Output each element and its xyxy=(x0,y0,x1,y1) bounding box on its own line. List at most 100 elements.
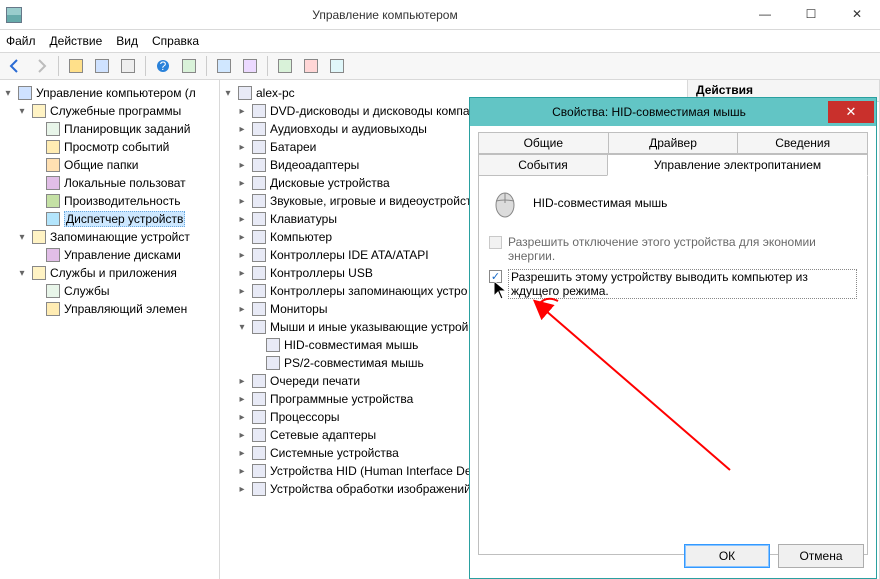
tree-item-icon xyxy=(45,139,61,155)
tree-item-label: Клавиатуры xyxy=(270,212,337,226)
ok-button[interactable]: ОК xyxy=(684,544,770,568)
device-category-icon xyxy=(251,193,267,209)
menu-action[interactable]: Действие xyxy=(50,34,103,48)
expand-toggle[interactable]: ▾ xyxy=(236,322,248,333)
tree-root[interactable]: ▾Управление компьютером (л xyxy=(2,84,217,102)
tab-general[interactable]: Общие xyxy=(478,132,609,154)
expand-toggle[interactable]: ▸ xyxy=(236,448,248,459)
tree-item-label: Устройства обработки изображений xyxy=(270,482,471,496)
tab-events[interactable]: События xyxy=(478,154,608,176)
uninstall-icon[interactable] xyxy=(300,55,322,77)
tab-driver[interactable]: Драйвер xyxy=(608,132,739,154)
app-icon xyxy=(6,7,22,23)
scan-hardware-icon[interactable] xyxy=(326,55,348,77)
tree-item-1-0[interactable]: Управление дисками xyxy=(2,246,217,264)
menu-view[interactable]: Вид xyxy=(116,34,138,48)
expand-toggle[interactable]: ▸ xyxy=(236,484,248,495)
help-button[interactable]: ? xyxy=(152,55,174,77)
tree-group-2[interactable]: ▾ Службы и приложения xyxy=(2,264,217,282)
tree-item-icon xyxy=(45,121,61,137)
tree-item-icon xyxy=(45,193,61,209)
maximize-button[interactable]: ☐ xyxy=(788,4,834,26)
expand-toggle[interactable]: ▸ xyxy=(236,142,248,153)
expand-toggle[interactable]: ▸ xyxy=(236,232,248,243)
device-category-icon xyxy=(251,139,267,155)
expand-toggle[interactable]: ▸ xyxy=(236,412,248,423)
device-category-icon xyxy=(251,301,267,317)
expand-toggle[interactable]: ▸ xyxy=(236,304,248,315)
tree-item-2-0[interactable]: Службы xyxy=(2,282,217,300)
expand-toggle[interactable]: ▸ xyxy=(236,286,248,297)
monitor-icon[interactable] xyxy=(213,55,235,77)
expand-toggle[interactable]: ▸ xyxy=(236,430,248,441)
tab-power-management[interactable]: Управление электропитанием xyxy=(607,154,868,176)
minimize-button[interactable]: — xyxy=(742,4,788,26)
tree-item-icon xyxy=(31,229,47,245)
device-icon[interactable] xyxy=(239,55,261,77)
expand-toggle[interactable]: ▸ xyxy=(236,250,248,261)
tree-item-icon xyxy=(31,265,47,281)
expand-toggle[interactable]: ▸ xyxy=(236,376,248,387)
expand-toggle[interactable]: ▾ xyxy=(16,106,28,117)
expand-toggle[interactable]: ▾ xyxy=(16,268,28,279)
device-category-icon xyxy=(251,373,267,389)
tree-item-label: Служебные программы xyxy=(50,104,181,118)
cancel-button[interactable]: Отмена xyxy=(778,544,864,568)
dialog-titlebar[interactable]: Свойства: HID-совместимая мышь ✕ xyxy=(470,98,876,126)
refresh-button[interactable] xyxy=(178,55,200,77)
console-tree-pane: ▾Управление компьютером (л▾Служебные про… xyxy=(0,80,220,579)
expand-toggle[interactable]: ▸ xyxy=(236,394,248,405)
properties-button[interactable] xyxy=(91,55,113,77)
tree-item-0-2[interactable]: Общие папки xyxy=(2,156,217,174)
expand-toggle[interactable]: ▾ xyxy=(222,88,234,99)
expand-toggle[interactable]: ▾ xyxy=(2,88,14,99)
show-hide-tree-button[interactable] xyxy=(65,55,87,77)
checkbox-wake[interactable] xyxy=(489,270,502,283)
tab-details[interactable]: Сведения xyxy=(737,132,868,154)
checkbox-row-wake[interactable]: Разрешить этому устройству выводить комп… xyxy=(489,269,857,299)
expand-toggle[interactable]: ▸ xyxy=(236,160,248,171)
tree-item-0-4[interactable]: Производительность xyxy=(2,192,217,210)
tree-item-label: Управление дисками xyxy=(64,248,181,262)
expand-toggle[interactable]: ▸ xyxy=(236,124,248,135)
tree-item-label: Компьютер xyxy=(270,230,332,244)
dialog-close-button[interactable]: ✕ xyxy=(828,101,874,123)
tree-item-0-1[interactable]: Просмотр событий xyxy=(2,138,217,156)
device-category-icon xyxy=(251,391,267,407)
expand-toggle[interactable]: ▸ xyxy=(236,196,248,207)
checkbox-row-allow-off: Разрешить отключение этого устройства дл… xyxy=(489,235,857,263)
expand-toggle[interactable]: ▸ xyxy=(236,268,248,279)
expand-toggle[interactable]: ▾ xyxy=(16,232,28,243)
expand-toggle[interactable]: ▸ xyxy=(236,106,248,117)
main-titlebar: Управление компьютером — ☐ ✕ xyxy=(0,0,880,30)
tree-item-label: Контроллеры IDE ATA/ATAPI xyxy=(270,248,429,262)
device-category-icon xyxy=(251,103,267,119)
tree-item-label: Мониторы xyxy=(270,302,327,316)
tree-item-0-5[interactable]: Диспетчер устройств xyxy=(2,210,217,228)
close-button[interactable]: ✕ xyxy=(834,4,880,26)
menu-file[interactable]: Файл xyxy=(6,34,36,48)
tree-item-0-3[interactable]: Локальные пользоват xyxy=(2,174,217,192)
properties-dialog: Свойства: HID-совместимая мышь ✕ Общие Д… xyxy=(469,97,877,579)
expand-toggle[interactable]: ▸ xyxy=(236,466,248,477)
tree-item-2-1[interactable]: Управляющий элемен xyxy=(2,300,217,318)
tree-item-0-0[interactable]: Планировщик заданий xyxy=(2,120,217,138)
tree-group-0[interactable]: ▾ Служебные программы xyxy=(2,102,217,120)
back-button[interactable] xyxy=(4,55,26,77)
export-list-button[interactable] xyxy=(117,55,139,77)
tree-group-1[interactable]: ▾Запоминающие устройст xyxy=(2,228,217,246)
window-title: Управление компьютером xyxy=(28,8,742,22)
tree-item-icon xyxy=(17,85,33,101)
tree-item-label: Контроллеры запоминающих устро xyxy=(270,284,467,298)
device-category-icon xyxy=(251,247,267,263)
expand-toggle[interactable]: ▸ xyxy=(236,214,248,225)
tree-item-label: Службы и приложения xyxy=(50,266,177,280)
tree-item-label: Производительность xyxy=(64,194,180,208)
menu-help[interactable]: Справка xyxy=(152,34,199,48)
update-driver-icon[interactable] xyxy=(274,55,296,77)
tree-item-label: Программные устройства xyxy=(270,392,413,406)
tree-item-icon xyxy=(45,247,61,263)
forward-button[interactable] xyxy=(30,55,52,77)
device-category-icon xyxy=(251,121,267,137)
expand-toggle[interactable]: ▸ xyxy=(236,178,248,189)
